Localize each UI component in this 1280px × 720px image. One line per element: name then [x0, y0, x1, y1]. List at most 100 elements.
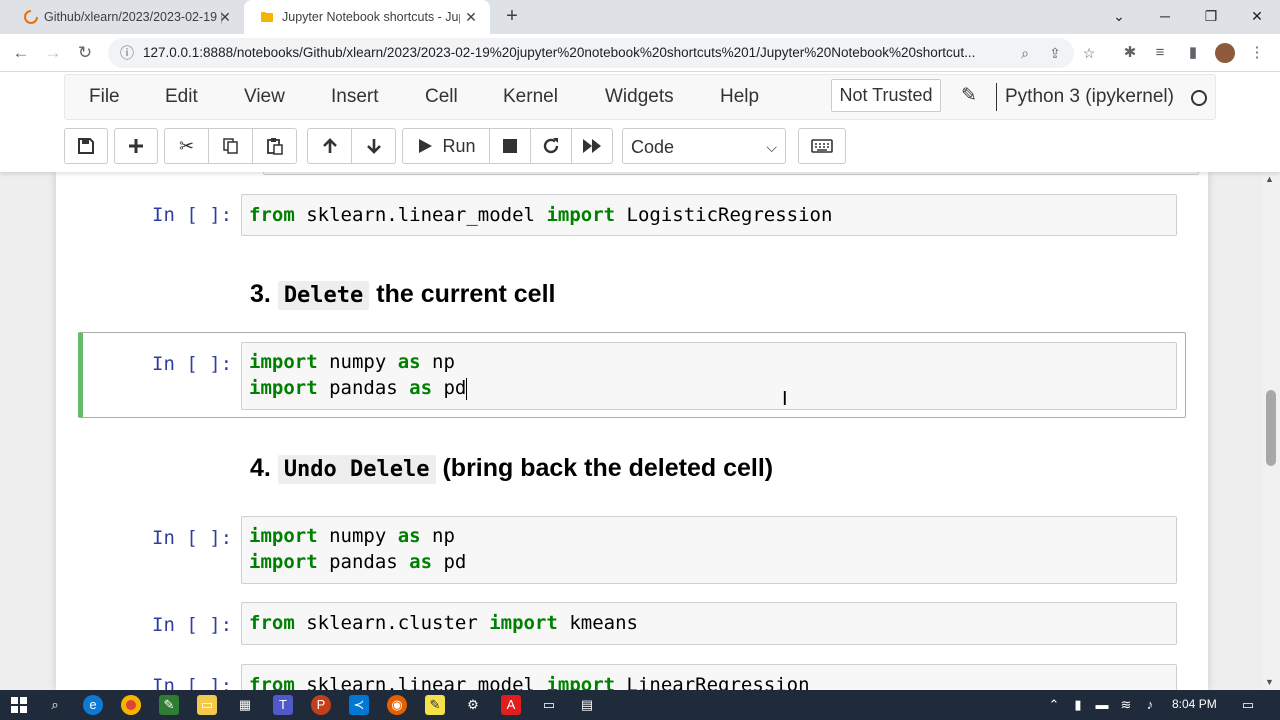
- move-down-button[interactable]: [351, 128, 396, 164]
- wifi-icon[interactable]: ≋: [1116, 695, 1136, 715]
- grid-app-icon[interactable]: ▦: [235, 695, 255, 715]
- microphone-icon[interactable]: ▮: [1068, 695, 1088, 715]
- restore-button[interactable]: ❐: [1188, 0, 1234, 34]
- interrupt-button[interactable]: [489, 128, 531, 164]
- arrow-up-icon: [322, 138, 337, 153]
- move-up-button[interactable]: [307, 128, 352, 164]
- restart-icon: [543, 138, 559, 154]
- notebook-container: In [ ]: from sklearn.linear_model import…: [56, 172, 1208, 690]
- share-icon[interactable]: ⇪: [1046, 44, 1064, 62]
- scroll-up-icon[interactable]: ▲: [1265, 174, 1274, 184]
- side-panel-icon[interactable]: ▮: [1183, 43, 1203, 63]
- tab-search-icon[interactable]: ⌄: [1096, 0, 1142, 34]
- code-cell-input[interactable]: from sklearn.linear_model import LinearR…: [241, 664, 1177, 690]
- chrome-icon[interactable]: [121, 695, 141, 715]
- arrow-down-icon: [366, 139, 381, 154]
- menu-bar: File Edit View Insert Cell Kernel Widget…: [64, 74, 1216, 120]
- forward-icon[interactable]: →: [40, 40, 66, 66]
- acrobat-icon[interactable]: A: [501, 695, 521, 715]
- info-icon[interactable]: ⓘ: [118, 44, 136, 62]
- tab-jupyter[interactable]: Jupyter Notebook shortcuts - Jup ✕: [244, 0, 490, 34]
- battery-icon[interactable]: ▬: [1092, 695, 1112, 715]
- teams-icon[interactable]: T: [273, 695, 293, 715]
- kebab-menu-icon[interactable]: ⋮: [1247, 43, 1267, 63]
- notification-icon[interactable]: ▭: [1238, 695, 1258, 715]
- code-cell-input[interactable]: from sklearn.cluster import kmeans: [241, 602, 1177, 645]
- save-button[interactable]: [64, 128, 108, 164]
- tab-github[interactable]: Github/xlearn/2023/2023-02-19 | ✕: [8, 0, 244, 34]
- page-scrollbar[interactable]: ▲ ▼: [1262, 172, 1280, 690]
- menu-help[interactable]: Help: [720, 86, 759, 108]
- close-icon[interactable]: ✕: [216, 8, 234, 26]
- kernel-name[interactable]: Python 3 (ipykernel): [1005, 86, 1174, 108]
- pencil-icon[interactable]: ✎: [957, 84, 981, 108]
- menu-insert[interactable]: Insert: [331, 86, 379, 108]
- settings-gear-icon[interactable]: ⚙: [463, 695, 483, 715]
- edge-icon[interactable]: e: [83, 695, 103, 715]
- code-cell-input[interactable]: import numpy as np import pandas as pd: [241, 342, 1177, 410]
- new-tab-button[interactable]: +: [500, 5, 524, 29]
- restart-run-all-button[interactable]: [571, 128, 613, 164]
- window-app-icon[interactable]: ▤: [577, 695, 597, 715]
- reload-icon[interactable]: ↻: [72, 40, 98, 66]
- chevron-up-icon[interactable]: ⌃: [1044, 695, 1064, 715]
- volume-icon[interactable]: ♪: [1140, 695, 1160, 715]
- plus-icon: [129, 139, 143, 153]
- code-line: import pandas as pd: [249, 377, 468, 400]
- kernel-idle-icon: [1191, 90, 1207, 106]
- insert-cell-button[interactable]: [114, 128, 158, 164]
- vscode-icon[interactable]: ≺: [349, 695, 369, 715]
- save-icon: [78, 138, 94, 154]
- firefox-icon[interactable]: ◉: [387, 695, 407, 715]
- omnibox[interactable]: ⓘ 127.0.0.1:8888/notebooks/Github/xlearn…: [108, 38, 1095, 68]
- menu-cell[interactable]: Cell: [425, 86, 458, 108]
- trust-button[interactable]: Not Trusted: [831, 79, 941, 112]
- paste-button[interactable]: [252, 128, 297, 164]
- copy-button[interactable]: [208, 128, 253, 164]
- cut-button[interactable]: ✂: [164, 128, 209, 164]
- close-window-button[interactable]: ✕: [1234, 0, 1280, 34]
- restart-button[interactable]: [530, 128, 572, 164]
- star-icon[interactable]: ☆: [1080, 44, 1098, 62]
- address-bar-row: ← → ↻ ⓘ 127.0.0.1:8888/notebooks/Github/…: [0, 34, 1280, 72]
- menu-view[interactable]: View: [244, 86, 285, 108]
- minimize-button[interactable]: ─: [1142, 0, 1188, 34]
- zoom-icon[interactable]: ⌕: [1016, 44, 1034, 62]
- cell-type-select[interactable]: Code ⌵: [622, 128, 786, 164]
- search-icon[interactable]: ⌕: [45, 695, 65, 715]
- cell-type-value: Code: [631, 137, 675, 157]
- scrollbar-thumb[interactable]: [1266, 390, 1276, 466]
- sticky-notes-icon[interactable]: ✎: [425, 695, 445, 715]
- file-explorer-icon[interactable]: ▭: [197, 695, 217, 715]
- taskbar-clock[interactable]: 8:04 PM: [1172, 697, 1217, 711]
- avatar[interactable]: [1215, 43, 1235, 63]
- windows-start-icon[interactable]: [11, 697, 27, 713]
- close-icon[interactable]: ✕: [462, 8, 480, 26]
- divider: [996, 83, 997, 111]
- scroll-down-icon[interactable]: ▼: [1265, 677, 1274, 687]
- copy-icon: [222, 138, 238, 154]
- menu-widgets[interactable]: Widgets: [605, 86, 674, 108]
- fast-forward-icon: [583, 139, 601, 153]
- code-line: from sklearn.cluster import kmeans: [249, 612, 638, 634]
- powerpoint-icon[interactable]: P: [311, 695, 331, 715]
- menu-file[interactable]: File: [89, 86, 120, 108]
- text-caret: [466, 377, 468, 400]
- notepad-icon[interactable]: ✎: [159, 695, 179, 715]
- back-icon[interactable]: ←: [8, 40, 34, 66]
- run-label: Run: [442, 135, 476, 156]
- reading-list-icon[interactable]: ≡: [1150, 43, 1170, 63]
- menu-kernel[interactable]: Kernel: [503, 86, 558, 108]
- extensions-icon[interactable]: ✱: [1120, 43, 1140, 63]
- stop-icon: [503, 139, 517, 153]
- scissors-icon: ✂: [178, 135, 195, 156]
- menu-edit[interactable]: Edit: [165, 86, 198, 108]
- code-cell-input[interactable]: [263, 172, 1199, 175]
- code-line: import numpy as np: [249, 351, 455, 373]
- command-palette-button[interactable]: [798, 128, 846, 164]
- chevron-down-icon: ⌵: [766, 139, 777, 155]
- code-cell-input[interactable]: import numpy as np import pandas as pd: [241, 516, 1177, 584]
- run-button[interactable]: Run: [402, 128, 490, 164]
- code-cell-input[interactable]: from sklearn.linear_model import Logisti…: [241, 194, 1177, 236]
- terminal-icon[interactable]: ▭: [539, 695, 559, 715]
